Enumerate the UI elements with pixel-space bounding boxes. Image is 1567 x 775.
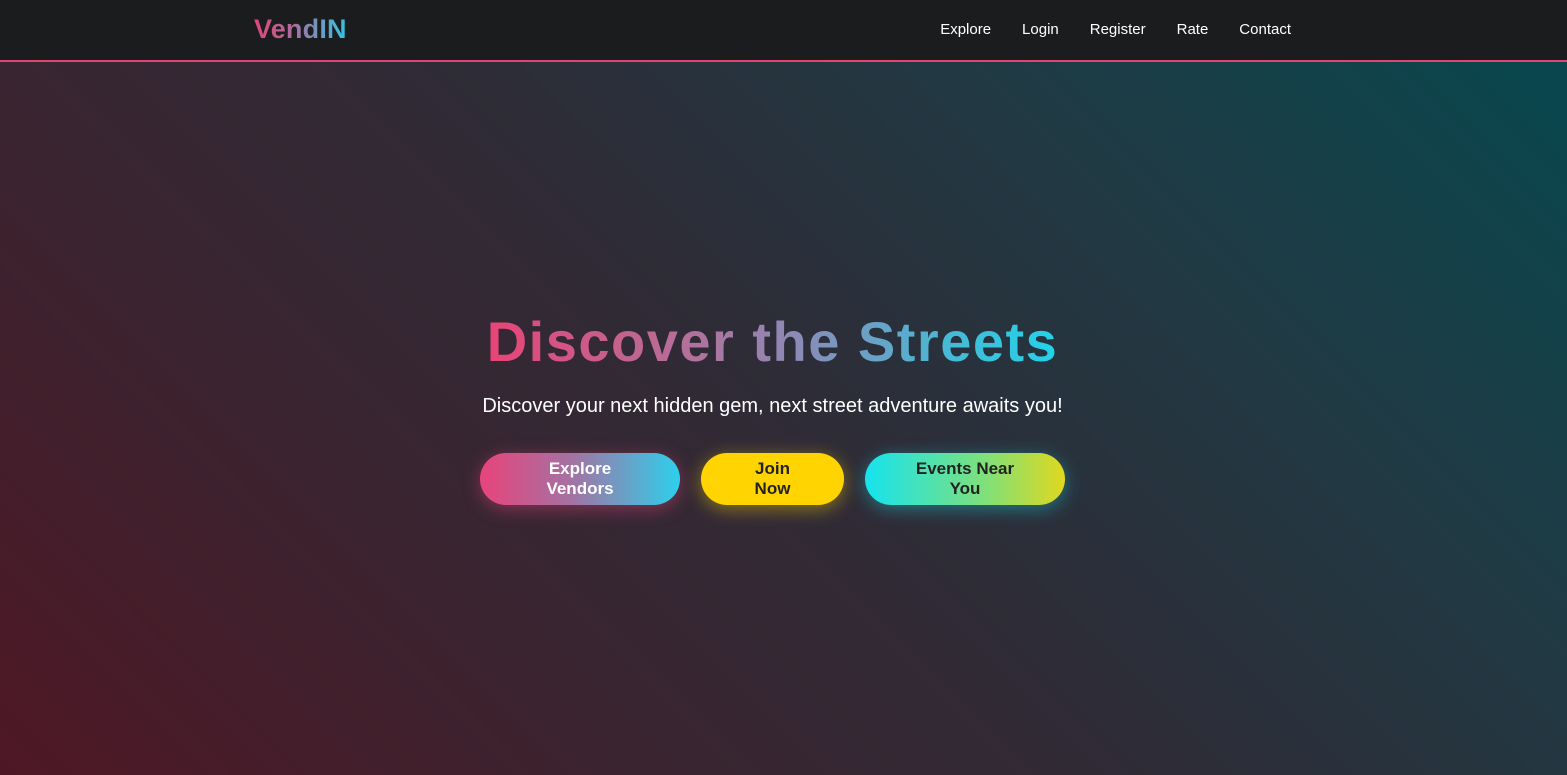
brand-logo[interactable]: VendIN xyxy=(254,14,347,45)
hero-subtitle: Discover your next hidden gem, next stre… xyxy=(482,395,1063,417)
join-now-button[interactable]: Join Now xyxy=(701,453,844,505)
hero-title: Discover the Streets xyxy=(487,306,1059,378)
hero-buttons: Explore Vendors Join Now Events Near You xyxy=(0,453,1545,505)
explore-vendors-button[interactable]: Explore Vendors xyxy=(480,453,680,505)
nav-link-contact[interactable]: Contact xyxy=(1239,21,1291,38)
events-near-you-button[interactable]: Events Near You xyxy=(865,453,1065,505)
nav-link-login[interactable]: Login xyxy=(1022,21,1059,38)
navbar: VendIN Explore Login Register Rate Conta… xyxy=(0,0,1567,62)
nav-link-rate[interactable]: Rate xyxy=(1177,21,1209,38)
nav-link-register[interactable]: Register xyxy=(1090,21,1146,38)
hero-content: Discover the Streets Discover your next … xyxy=(0,306,1545,505)
nav-link-explore[interactable]: Explore xyxy=(940,21,991,38)
nav-links: Explore Login Register Rate Contact xyxy=(909,21,1291,38)
hero-section: Discover the Streets Discover your next … xyxy=(0,62,1567,775)
